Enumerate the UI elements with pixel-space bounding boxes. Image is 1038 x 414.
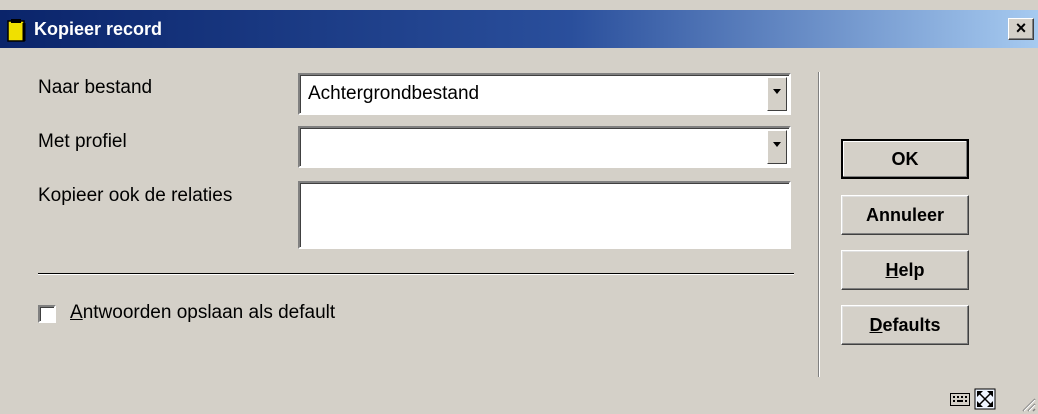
met-profiel-label: Met profiel [38,131,127,152]
chevron-down-icon[interactable] [767,77,787,111]
defaults-label: efaults [882,315,941,335]
naar-bestand-select[interactable]: Achtergrondbestand [298,73,791,115]
naar-bestand-value: Achtergrondbestand [308,83,480,104]
close-icon: × [1015,18,1027,38]
default-checkbox[interactable] [38,305,56,323]
resize-grip-icon[interactable] [1018,394,1036,412]
dialog-window: Kopieer record × Naar bestand Achtergron… [0,0,1038,414]
defaults-button[interactable]: Defaults [841,305,969,345]
met-profiel-select[interactable] [298,126,791,168]
default-checkbox-label[interactable]: Antwoorden opslaan als default [70,301,335,325]
checkbox-label-text: ntwoorden opslaan als default [82,302,336,323]
accelerator-key: A [70,302,83,323]
window-title: Kopieer record [34,19,163,39]
accelerator-key: D [869,315,883,335]
annuleer-button[interactable]: Annuleer [841,195,969,235]
ok-button[interactable]: OK [841,139,969,179]
vertical-divider [818,72,820,377]
horizontal-divider [38,273,794,275]
title-bar[interactable]: Kopieer record × [0,10,1038,48]
keyboard-icon[interactable] [950,391,970,407]
help-button[interactable]: Help [841,250,969,290]
naar-bestand-label: Naar bestand [38,77,153,98]
chevron-down-icon[interactable] [767,130,787,164]
kopieer-relaties-field[interactable] [298,181,791,249]
accelerator-key: H [885,260,899,280]
kopieer-relaties-label: Kopieer ook de relaties [38,185,233,206]
document-icon [7,19,26,42]
close-button[interactable]: × [1008,18,1034,40]
help-label: elp [898,260,925,280]
maximize-icon[interactable] [974,388,996,410]
